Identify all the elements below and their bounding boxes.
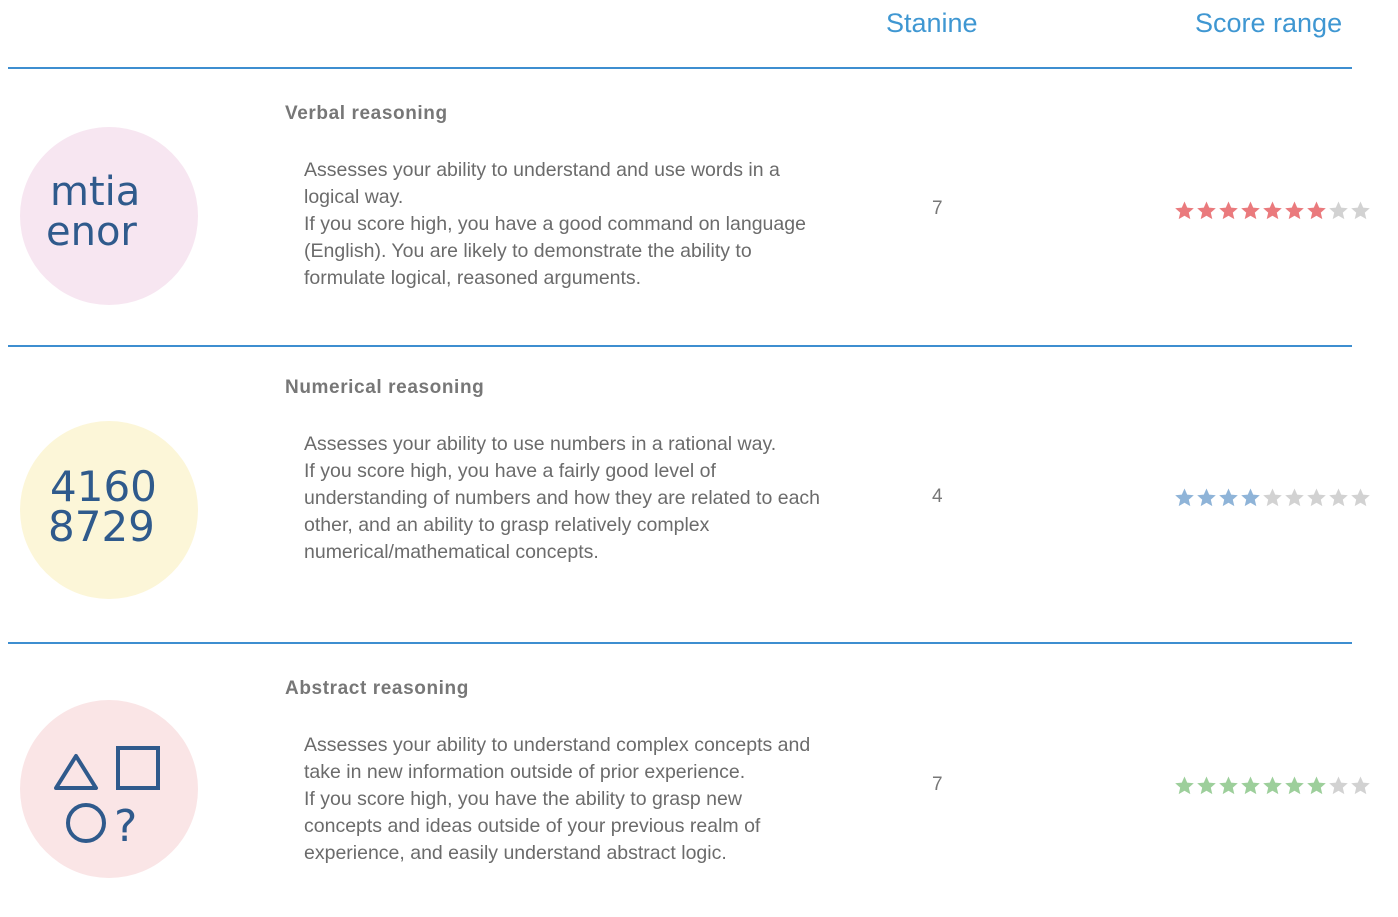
star-icon	[1219, 488, 1238, 507]
star-icon	[1175, 201, 1194, 220]
letters-badge: mtia enor	[20, 127, 198, 305]
letters-icon: mtia enor	[46, 169, 140, 255]
divider	[8, 345, 1352, 347]
stanine-value: 4	[932, 486, 943, 507]
star-icon	[1197, 776, 1216, 795]
shapes-icon: ?	[54, 746, 160, 852]
star-rating	[1174, 775, 1371, 796]
test-title: Verbal reasoning	[285, 103, 448, 124]
numbers-badge: 4160 8729	[20, 421, 198, 599]
test-description: Assesses your ability to use numbers in …	[304, 431, 824, 566]
svg-text:enor: enor	[46, 209, 137, 255]
star-icon	[1197, 201, 1216, 220]
desc-high-score: If you score high, you have the ability …	[304, 788, 761, 864]
divider	[8, 642, 1352, 644]
star-icon	[1285, 488, 1304, 507]
svg-text:8729: 8729	[48, 502, 155, 551]
desc-high-score: If you score high, you have a fairly goo…	[304, 460, 821, 563]
desc-high-score: If you score high, you have a good comma…	[304, 213, 806, 289]
star-icon	[1241, 201, 1260, 220]
star-icon	[1241, 488, 1260, 507]
star-icon	[1197, 488, 1216, 507]
stanine-value: 7	[932, 198, 943, 219]
star-icon	[1175, 776, 1194, 795]
desc-summary: Assesses your ability to understand comp…	[304, 734, 811, 783]
star-icon	[1263, 776, 1282, 795]
star-icon	[1263, 488, 1282, 507]
header-stanine: Stanine	[886, 8, 978, 38]
star-rating	[1174, 200, 1371, 221]
star-icon	[1307, 776, 1326, 795]
header-score-range: Score range	[1195, 8, 1343, 38]
svg-text:?: ?	[114, 801, 137, 852]
shapes-badge: ?	[20, 700, 198, 878]
star-icon	[1329, 201, 1348, 220]
star-icon	[1351, 488, 1370, 507]
test-description: Assesses your ability to understand and …	[304, 157, 824, 292]
desc-summary: Assesses your ability to understand and …	[304, 159, 780, 208]
numbers-icon: 4160 8729	[48, 462, 157, 551]
stanine-value: 7	[932, 774, 943, 795]
star-icon	[1263, 201, 1282, 220]
star-rating	[1174, 487, 1371, 508]
star-icon	[1329, 488, 1348, 507]
desc-summary: Assesses your ability to use numbers in …	[304, 433, 777, 455]
star-icon	[1307, 488, 1326, 507]
star-icon	[1351, 201, 1370, 220]
star-icon	[1329, 776, 1348, 795]
star-icon	[1175, 488, 1194, 507]
divider	[8, 67, 1352, 69]
star-icon	[1307, 201, 1326, 220]
star-icon	[1219, 776, 1238, 795]
star-icon	[1351, 776, 1370, 795]
test-description: Assesses your ability to understand comp…	[304, 732, 824, 867]
star-icon	[1241, 776, 1260, 795]
star-icon	[1219, 201, 1238, 220]
test-title: Abstract reasoning	[285, 678, 469, 699]
test-title: Numerical reasoning	[285, 377, 485, 398]
star-icon	[1285, 201, 1304, 220]
star-icon	[1285, 776, 1304, 795]
